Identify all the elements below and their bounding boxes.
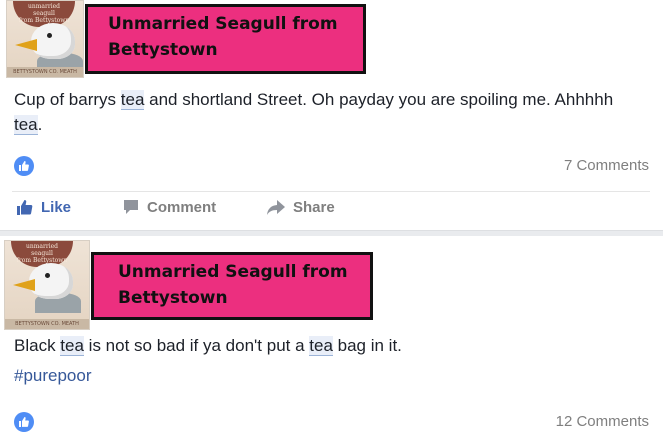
seagull-beak-shape: [13, 279, 35, 291]
comment-button[interactable]: Comment: [122, 198, 216, 216]
post-actions-bar: Like Comment Share: [12, 198, 652, 224]
author-name[interactable]: Unmarried Seagull from Bettystown: [85, 4, 366, 74]
avatar-footer-strip: BETTYSTOWN CO. MEATH: [5, 319, 89, 329]
text-segment: .: [37, 115, 43, 134]
share-button[interactable]: Share: [266, 198, 335, 216]
seagull-head-shape: [29, 263, 73, 299]
share-arrow-icon: [267, 200, 285, 215]
speech-bubble-icon: [124, 200, 138, 214]
seagull-beak-shape: [15, 39, 37, 51]
actions-divider: [12, 191, 650, 192]
highlighted-keyword[interactable]: tea: [120, 90, 145, 110]
comment-label: Comment: [147, 198, 217, 216]
like-reaction-icon[interactable]: [14, 412, 34, 432]
seagull-eye-shape: [47, 33, 52, 38]
thumbs-up-icon: [17, 200, 33, 215]
highlighted-keyword[interactable]: tea: [309, 336, 333, 356]
text-segment: bag in it.: [332, 336, 402, 355]
share-label: Share: [293, 198, 335, 216]
author-avatar[interactable]: unmarried seagull from Bettystown BETTYSTO…: [6, 0, 84, 78]
author-name[interactable]: Unmarried Seagull from Bettystown: [91, 252, 373, 320]
text-segment: Black: [14, 336, 61, 355]
like-label: Like: [41, 198, 72, 216]
hashtag-link[interactable]: #purepoor: [14, 366, 92, 386]
like-button[interactable]: Like: [16, 198, 71, 216]
highlighted-keyword[interactable]: tea: [60, 336, 84, 356]
avatar-footer-strip: BETTYSTOWN CO. MEATH: [7, 67, 83, 77]
post-card: unmarried seagull from Bettystown BETTYSTO…: [0, 236, 663, 444]
post-text: Black tea is not so bad if ya don't put …: [14, 333, 644, 358]
text-segment: and shortland Street. Oh payday you are …: [144, 90, 614, 109]
seagull-head-shape: [31, 23, 75, 59]
highlighted-keyword[interactable]: tea: [14, 115, 38, 135]
text-segment: Cup of barrys: [14, 90, 121, 109]
like-reaction-icon[interactable]: [14, 156, 34, 176]
seagull-eye-shape: [45, 273, 50, 278]
comments-count-link[interactable]: 7 Comments: [564, 157, 649, 174]
avatar-badge-logo: unmarried seagull from Bettystown: [13, 1, 75, 27]
comments-count-link[interactable]: 12 Comments: [556, 413, 649, 430]
text-segment: is not so bad if ya don't put a: [83, 336, 310, 355]
post-text: Cup of barrys tea and shortland Street. …: [14, 87, 644, 137]
post-card: unmarried seagull from Bettystown BETTYSTO…: [0, 0, 663, 232]
avatar-badge-logo: unmarried seagull from Bettystown: [11, 241, 73, 267]
author-avatar[interactable]: unmarried seagull from Bettystown BETTYSTO…: [4, 240, 90, 330]
